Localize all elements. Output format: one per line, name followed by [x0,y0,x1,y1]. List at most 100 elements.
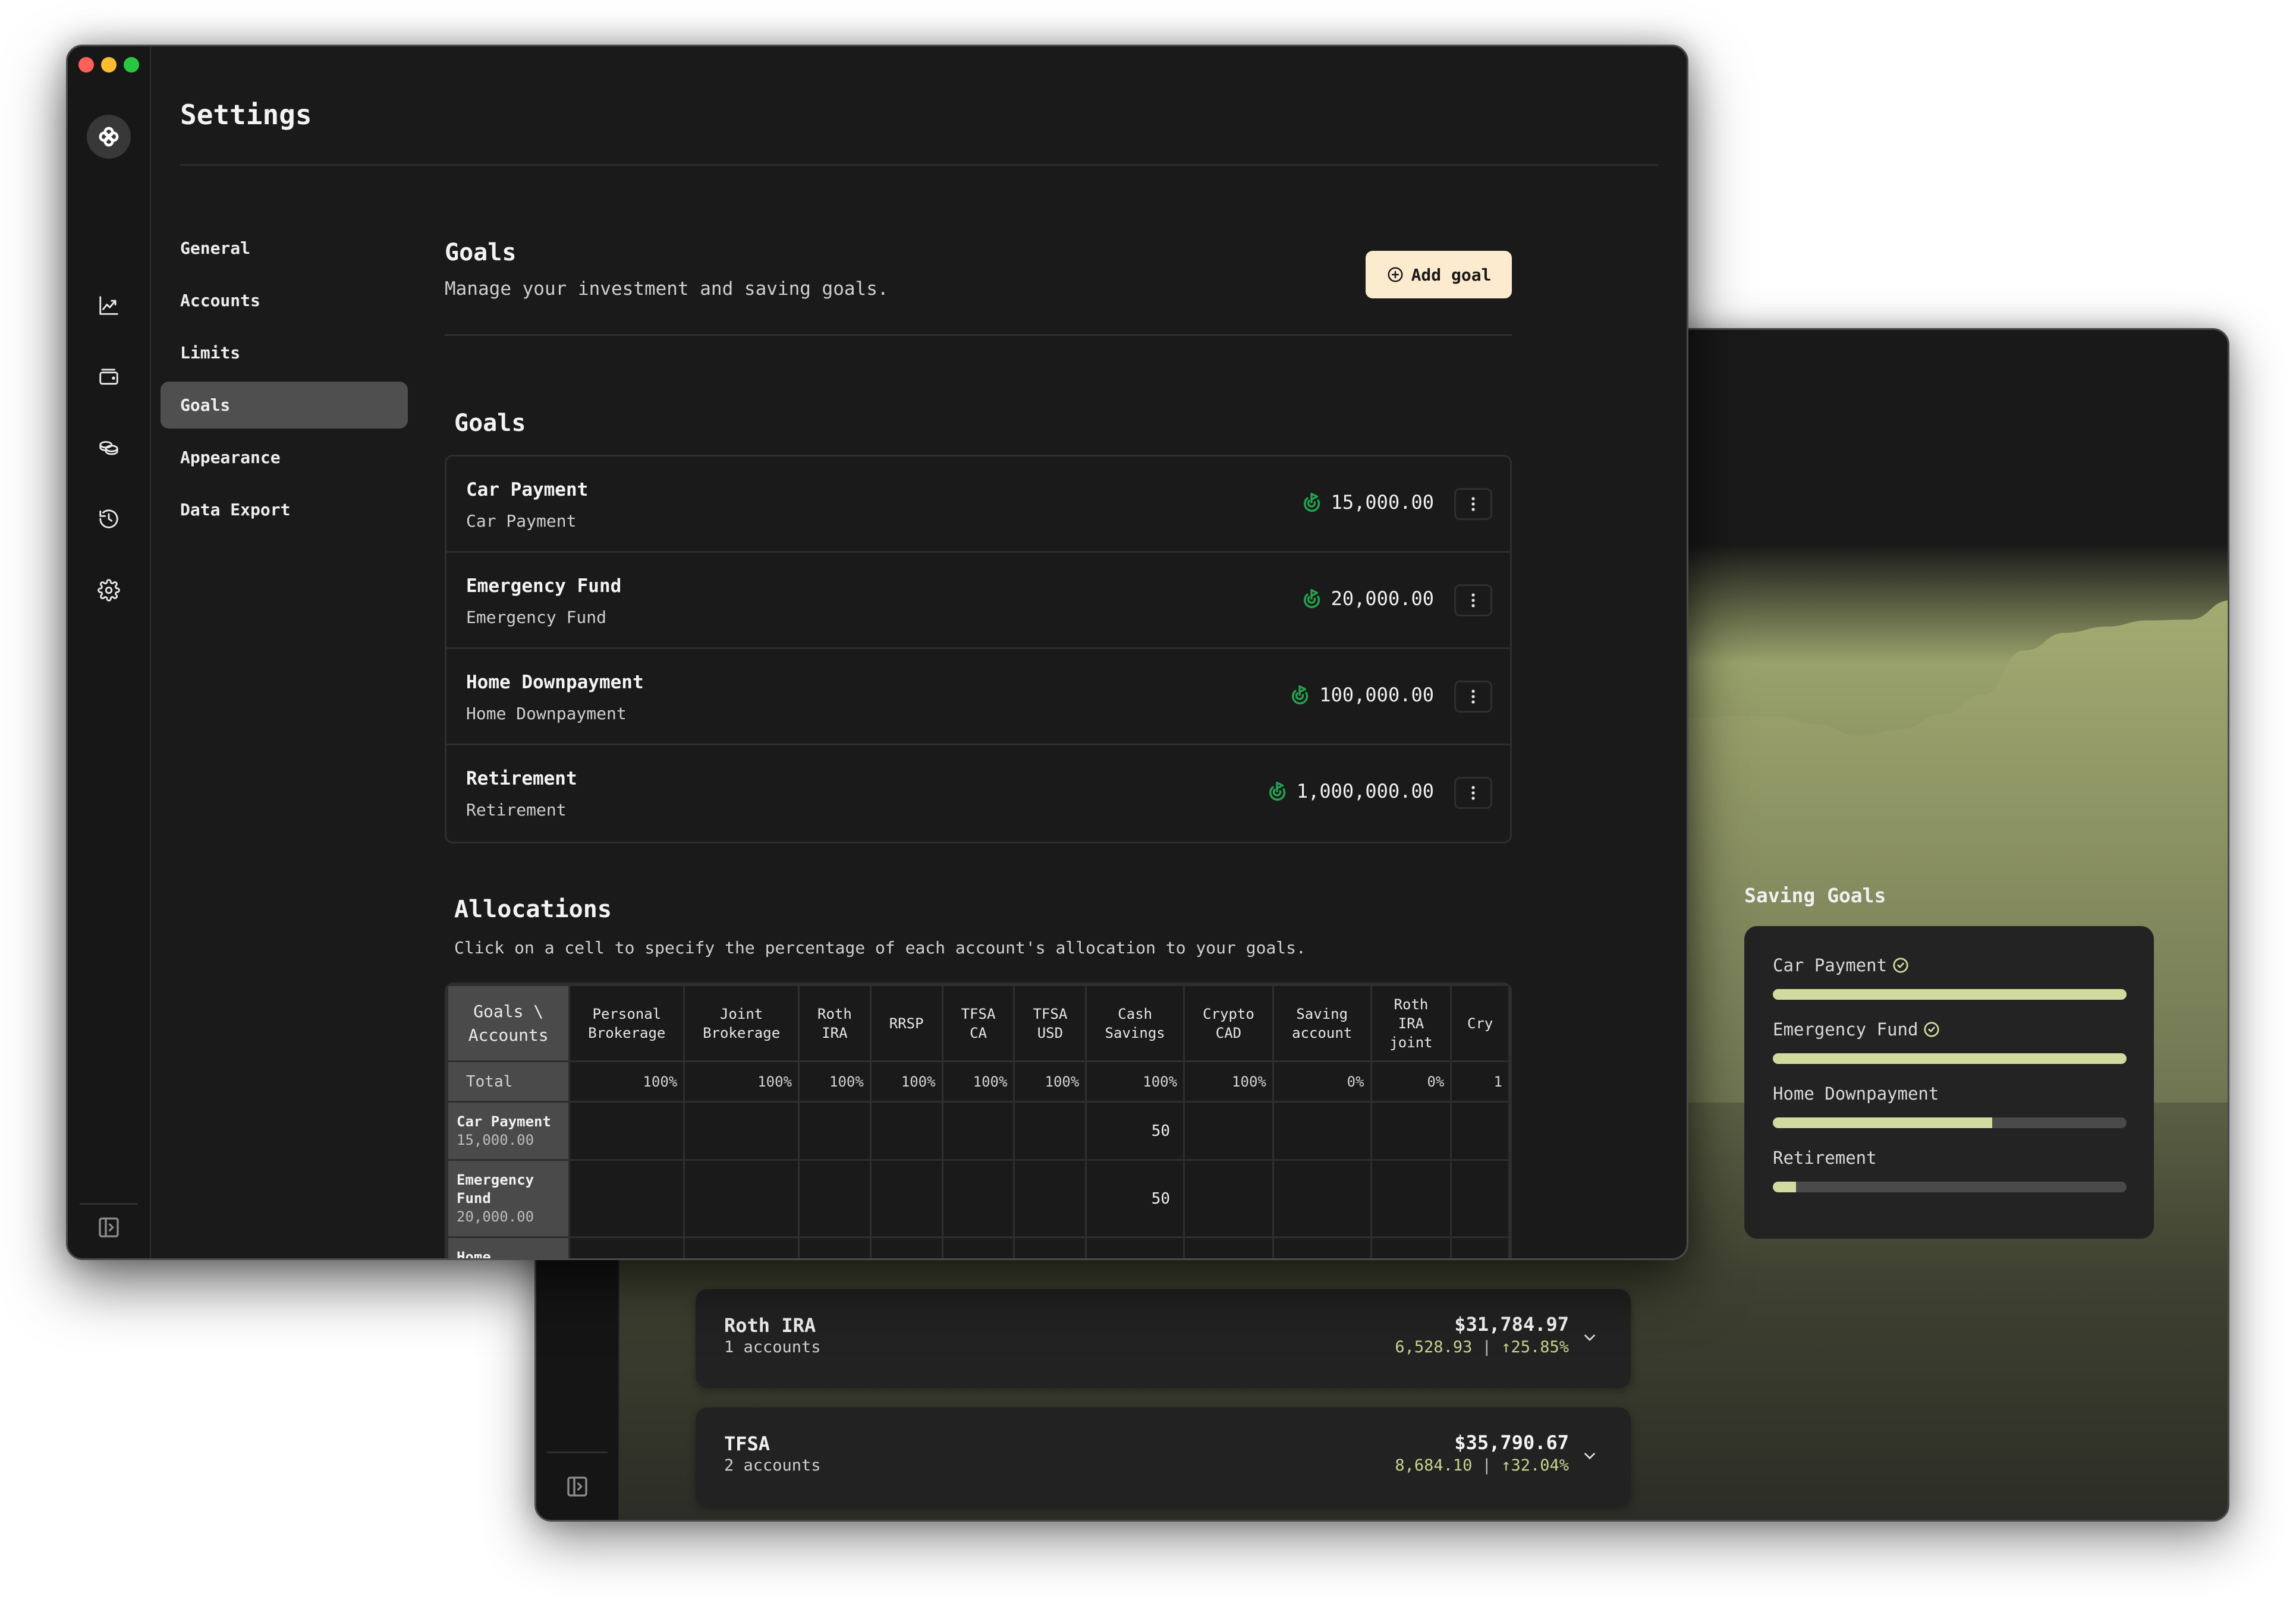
allocation-cell[interactable] [1183,1159,1274,1238]
goal-title: Retirement [466,768,577,789]
rail-item-activity[interactable] [96,506,122,532]
saving-goals-card: Car Payment Emergency Fund Home Downpaym… [1744,926,2154,1239]
allocation-cell[interactable] [869,1236,943,1258]
allocation-cell[interactable] [568,1101,685,1161]
nav-item-accounts[interactable]: Accounts [161,277,408,324]
account-group-card[interactable]: Roth IRA 1 accounts $31,784.97 6,528.93 … [696,1289,1631,1388]
allocation-cell[interactable] [1450,1236,1510,1258]
allocation-cell[interactable] [1450,1101,1510,1161]
close-window-button[interactable] [78,57,94,73]
allocation-cell[interactable] [1183,1101,1274,1161]
check-circle-icon [1924,1022,1940,1037]
account-group-gain: 6,528.93 | ↑25.85% [1395,1338,1569,1356]
goal-more-button[interactable] [1454,777,1492,809]
total-cell: 100% [1183,1060,1274,1103]
saving-goal-label: Home Downpayment [1773,1084,1939,1104]
nav-item-appearance[interactable]: Appearance [161,434,408,481]
column-header-line: Savings [1105,1024,1165,1041]
allocation-cell[interactable] [1272,1101,1372,1161]
allocation-cell[interactable] [1450,1159,1510,1238]
section-description: Manage your investment and saving goals. [445,278,889,300]
allocation-cell[interactable]: 100 [683,1236,800,1258]
goal-more-button[interactable] [1454,488,1492,520]
nav-item-general[interactable]: General [161,225,408,272]
goal-row[interactable]: Home Downpayment Home Downpayment 100,00… [446,649,1510,745]
account-group-name: TFSA [724,1432,770,1455]
chart-icon [99,296,118,315]
maximize-window-button[interactable] [124,57,139,73]
column-header-line: Crypto [1203,1005,1254,1022]
allocation-cell[interactable] [683,1159,800,1238]
goal-amount: 1,000,000.00 [1296,780,1434,802]
nav-item-limits[interactable]: Limits [161,329,408,376]
saving-goal-progress-fill [1773,1117,1992,1128]
goal-subtitle: Home Downpayment [466,704,627,723]
allocation-cell[interactable] [869,1101,943,1161]
nav-item-data-export[interactable]: Data Export [161,486,408,533]
add-goal-button[interactable]: Add goal [1366,251,1512,298]
wallet-icon [99,369,118,385]
goal-more-button[interactable] [1454,681,1492,713]
title-divider [180,164,1658,166]
coins-icon [99,441,118,455]
allocation-cell[interactable] [1272,1236,1372,1258]
allocation-cell[interactable]: 100 [1013,1236,1087,1258]
allocation-cell[interactable]: 50 [1085,1101,1185,1161]
saving-goal-progress-bar [1773,989,2127,1000]
allocation-cell[interactable] [798,1101,872,1161]
more-vertical-icon [1471,593,1475,607]
allocations-table-container[interactable]: Goals \ Accounts Personal Brokerage Joint Bro… [445,983,1512,1258]
goal-amount: 100,000.00 [1319,684,1434,706]
check-circle-icon [1893,958,1908,973]
account-group-count: 2 accounts [724,1456,821,1475]
allocation-cell[interactable] [1085,1236,1185,1258]
gain-amount: 8,684.10 [1395,1456,1473,1475]
allocation-cell[interactable]: 100 [1183,1236,1274,1258]
sidebar-toggle-icon[interactable] [565,1475,589,1498]
allocation-cell[interactable] [941,1101,1015,1161]
account-group-card[interactable]: TFSA 2 accounts $35,790.67 8,684.10 | ↑3… [696,1408,1631,1506]
allocation-cell[interactable] [798,1159,872,1238]
allocation-cell[interactable] [1370,1159,1452,1238]
total-cell: 100% [683,1060,800,1103]
chevron-down-icon[interactable] [1582,1448,1597,1463]
goal-row[interactable]: Retirement Retirement 1,000,000.00 [446,745,1510,842]
nav-item-goals[interactable]: Goals [161,382,408,429]
allocation-cell[interactable] [568,1159,685,1238]
allocation-cell[interactable] [1370,1101,1452,1161]
allocations-description: Click on a cell to specify the percentag… [454,938,1306,958]
rail-item-performance[interactable] [96,292,122,319]
goal-row[interactable]: Car Payment Car Payment 15,000.00 [446,456,1510,553]
allocation-row: HomeDownpayment100,000.00100100100100 [446,1236,1510,1258]
allocation-cell[interactable]: 100 [941,1236,1015,1258]
allocations-title: Allocations [454,896,612,923]
allocation-cell[interactable] [568,1236,685,1258]
saving-goal-progress-bar [1773,1117,2127,1128]
more-vertical-icon [1471,497,1475,511]
allocation-cell[interactable] [1272,1159,1372,1238]
account-group-name: Roth IRA [724,1314,816,1337]
goal-row[interactable]: Emergency Fund Emergency Fund 20,000.00 [446,553,1510,649]
gear-icon [97,579,120,602]
chevron-down-icon[interactable] [1582,1330,1597,1345]
totals-row: Total 100% 100% 100% 100% 100% 100% 100% 100% 0% 0… [446,1060,1510,1103]
goal-more-button[interactable] [1454,584,1492,616]
sidebar-toggle-icon[interactable] [97,1216,121,1239]
allocation-cell[interactable] [941,1159,1015,1238]
allocation-cell[interactable] [798,1236,872,1258]
rail-item-holdings[interactable] [96,434,122,461]
app-logo-button[interactable] [87,115,131,159]
allocation-cell[interactable] [683,1101,800,1161]
minimize-window-button[interactable] [101,57,117,73]
allocation-cell[interactable] [1013,1101,1087,1161]
column-header-line: Cash [1118,1005,1153,1022]
rail-item-accounts[interactable] [96,363,122,389]
allocation-cell[interactable] [1370,1236,1452,1258]
allocation-cell[interactable]: 50 [1085,1159,1185,1238]
logo-icon [99,127,119,147]
allocation-cell[interactable] [869,1159,943,1238]
column-header-line: TFSA [961,1005,996,1022]
allocation-cell[interactable] [1013,1159,1087,1238]
rail-item-settings[interactable] [96,577,122,603]
goals-list: Car Payment Car Payment 15,000.00 Emerge… [445,455,1512,843]
